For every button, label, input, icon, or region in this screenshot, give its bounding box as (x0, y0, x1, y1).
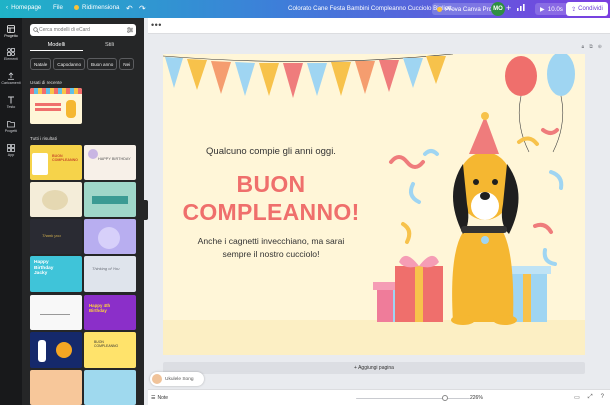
resize-button[interactable]: Ridimensiona (74, 4, 120, 11)
rail-item-uploads[interactable]: Caricamenti (0, 72, 22, 85)
present-button[interactable]: ▶ 10.0s (535, 3, 568, 15)
stats-icon[interactable] (517, 4, 525, 13)
workspace: ••• 🔒︎ ⧉ ⊕ Qualcuno compie gli anni oggi… (148, 18, 610, 405)
design-canvas[interactable]: Qualcuno compie gli anni oggi. BUON COMP… (163, 54, 585, 355)
text-icon (8, 96, 14, 104)
rail-item-elements[interactable]: Elementi (0, 48, 22, 61)
chip-more[interactable]: Nei (119, 58, 135, 70)
help-icon[interactable]: ? (601, 394, 604, 401)
share-button[interactable]: ⇪ Condividi (566, 2, 608, 16)
template-thumb[interactable]: Happy 4th Birthday (84, 295, 136, 330)
rail-item-projects[interactable]: Progetti (0, 120, 22, 133)
top-bar: ‹ Homepage File Ridimensiona ↶ ↷ Colorat… (0, 0, 610, 18)
message-line-2: sempre il nostro cucciolo! (222, 249, 320, 259)
layout-icon (7, 25, 15, 33)
avatar[interactable]: MO (491, 2, 505, 16)
headline-line-1: BUON (236, 171, 306, 197)
message-line-1: Anche i cagnetti invecchiano, ma sarai (197, 236, 345, 246)
try-pro-button[interactable]: Prova Canva Pro (432, 3, 498, 15)
upload-icon (8, 72, 14, 80)
home-label: Homepage (11, 4, 42, 11)
all-results-label: Tutti i risultati (30, 136, 57, 141)
template-search (30, 24, 136, 36)
add-page-button[interactable]: + Aggiungi pagina (163, 362, 585, 374)
template-thumb[interactable] (84, 370, 136, 405)
add-page-icon[interactable]: ⊕ (598, 44, 602, 50)
balloons (505, 54, 575, 153)
template-thumb[interactable] (30, 295, 82, 330)
chip-natale[interactable]: Natale (30, 58, 52, 70)
try-pro-label: Prova Canva Pro (445, 5, 493, 13)
timer-label: 10.0s (547, 5, 563, 13)
add-collaborator-icon[interactable]: + (506, 3, 511, 13)
zoom-slider[interactable] (356, 395, 470, 402)
add-page-label: + Aggiungi pagina (354, 365, 394, 371)
track-name: Ukulele Song (165, 376, 194, 382)
template-thumb[interactable] (30, 182, 82, 217)
fullscreen-icon[interactable]: ⤢ (588, 394, 593, 401)
file-label: File (53, 4, 63, 11)
crown-icon (74, 5, 79, 10)
shapes-icon (7, 48, 15, 56)
play-icon: ▶ (540, 5, 545, 13)
crown-icon (437, 6, 442, 12)
more-options-icon[interactable]: ••• (151, 20, 162, 30)
template-thumb[interactable] (30, 332, 82, 368)
chevron-left-icon: ‹ (6, 4, 9, 11)
tab-styles[interactable]: Stili (83, 41, 136, 51)
folder-icon (7, 121, 15, 128)
upload-icon: ⇪ (571, 6, 577, 13)
template-thumb[interactable]: BUON COMPLEANNO (30, 145, 82, 180)
rail-item-design[interactable]: Progetto (0, 25, 22, 38)
home-button[interactable]: ‹ Homepage (6, 4, 41, 11)
bunting-flags (163, 54, 454, 98)
template-thumb[interactable] (84, 182, 136, 217)
search-input[interactable] (39, 27, 121, 33)
redo-icon[interactable]: ↷ (139, 4, 146, 13)
lock-icon[interactable]: 🔒︎ (582, 44, 585, 50)
notes-button[interactable]: ☰ Note (151, 395, 168, 401)
template-thumb[interactable] (84, 219, 136, 254)
rail-item-apps[interactable]: App (0, 144, 22, 157)
greeting-line[interactable]: Qualcuno compie gli anni oggi. (191, 146, 351, 157)
music-track-pill[interactable]: Ukulele Song (150, 372, 204, 386)
view-controls: ▭ ⤢ ? (574, 394, 604, 401)
bottom-bar: ☰ Note 226% ▭ ⤢ ? (148, 389, 610, 405)
template-thumb[interactable]: Thank you (30, 219, 82, 254)
dog-illustration (451, 112, 519, 325)
notes-icon: ☰ (151, 395, 156, 401)
template-thumb[interactable]: Happy Birthday Jacky (30, 256, 82, 292)
file-menu[interactable]: File (53, 4, 63, 11)
message-text[interactable]: Anche i cagnetti invecchiano, ma sarai s… (175, 235, 367, 261)
template-thumb[interactable]: HAPPY BIRTHDAY (84, 145, 136, 180)
resize-label: Ridimensiona (82, 4, 120, 11)
share-label: Condividi (578, 6, 603, 12)
chip-capodanno[interactable]: Capodanno (53, 58, 86, 70)
editor-toolbar: ••• (148, 18, 610, 34)
headline-line-2: COMPLEANNO! (182, 199, 360, 225)
left-rail: Progetto Elementi Caricamenti Testo Prog… (0, 18, 22, 405)
page-tools: 🔒︎ ⧉ ⊕ (582, 44, 602, 50)
undo-icon[interactable]: ↶ (126, 4, 133, 13)
template-thumb[interactable]: Thinking of You (84, 256, 136, 292)
template-thumb[interactable] (30, 370, 82, 405)
apps-icon (7, 144, 15, 152)
notes-label: Note (157, 395, 169, 401)
templates-panel: Modelli Stili Natale Capodanno Buon anno… (22, 18, 144, 405)
rail-item-text[interactable]: Testo (0, 96, 22, 109)
recent-template-thumb[interactable] (30, 88, 82, 124)
pages-icon[interactable]: ▭ (574, 394, 580, 401)
panel-tabs: Modelli Stili (30, 41, 136, 51)
headline-text[interactable]: BUON COMPLEANNO! (171, 170, 371, 226)
filter-icon[interactable] (127, 27, 133, 33)
chip-buon-anno[interactable]: Buon anno (87, 58, 118, 70)
track-thumbnail (152, 374, 162, 384)
template-thumb[interactable]: BUON COMPLEANNO (84, 332, 136, 368)
recent-label: Usati di recente (30, 80, 62, 85)
tab-templates[interactable]: Modelli (30, 41, 83, 51)
zoom-level[interactable]: 226% (470, 395, 483, 401)
category-chips: Natale Capodanno Buon anno Nei (30, 58, 144, 70)
duplicate-page-icon[interactable]: ⧉ (589, 44, 593, 50)
zoom-slider-handle[interactable] (442, 395, 449, 402)
